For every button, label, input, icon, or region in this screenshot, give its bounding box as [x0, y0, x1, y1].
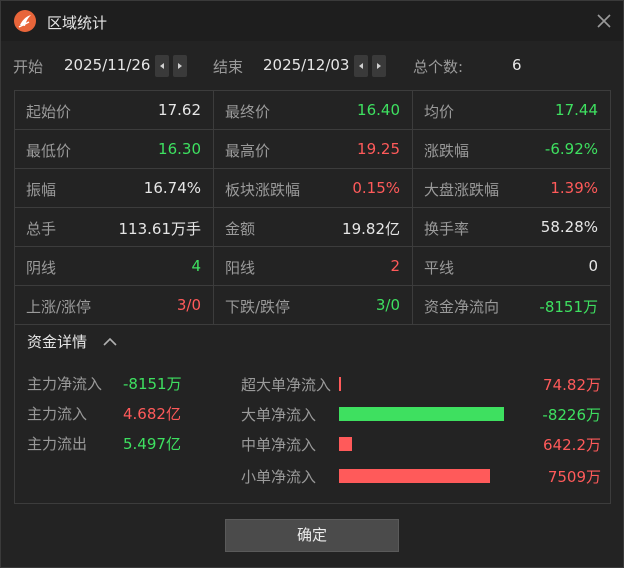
fund-flow-bar	[339, 469, 490, 483]
stat-label: 阳线	[225, 259, 256, 277]
count-value: 6	[512, 56, 522, 74]
fund-flow-value: 642.2万	[543, 436, 601, 454]
start-next-button[interactable]	[173, 55, 187, 77]
stat-value: 3/0	[375, 296, 400, 314]
start-label: 开始	[13, 58, 44, 76]
stat-cell: 最高价 19.25	[214, 130, 413, 169]
stat-value: 2	[390, 257, 400, 275]
fund-summary-label: 主力流出	[27, 435, 88, 453]
stat-value: 4	[191, 257, 201, 275]
stat-cell: 资金净流向 -8151万	[413, 286, 610, 325]
stat-value: 16.40	[357, 101, 400, 119]
stat-value: 16.30	[158, 140, 201, 158]
stat-label: 涨跌幅	[424, 142, 470, 160]
stat-cell: 平线 0	[413, 247, 610, 286]
stat-value: 113.61万手	[118, 220, 202, 238]
fund-flow-label: 中单净流入	[241, 436, 317, 454]
stat-value: 3/0	[176, 296, 201, 314]
stat-label: 总手	[26, 220, 57, 238]
app-logo-icon	[14, 10, 36, 32]
date-range-row: 开始 2025/11/26 结束 2025/12/03 总个数: 6	[1, 53, 623, 79]
fund-summary-value: 4.682亿	[123, 405, 181, 423]
stat-label: 起始价	[26, 103, 72, 121]
close-icon[interactable]	[593, 10, 615, 32]
stat-cell: 涨跌幅 -6.92%	[413, 130, 610, 169]
end-next-button[interactable]	[372, 55, 386, 77]
stat-label: 最低价	[26, 142, 72, 160]
stat-value: 0	[588, 257, 598, 275]
stat-label: 大盘涨跌幅	[424, 181, 500, 199]
chevron-up-icon[interactable]	[103, 337, 117, 347]
end-label: 结束	[213, 58, 244, 76]
fund-summary-label: 主力净流入	[27, 375, 103, 393]
fund-summary-label: 主力流入	[27, 405, 88, 423]
start-prev-button[interactable]	[155, 55, 169, 77]
stat-label: 最高价	[225, 142, 271, 160]
stat-label: 金额	[225, 220, 256, 238]
stat-value: 58.28%	[540, 218, 598, 236]
stat-cell: 金额 19.82亿	[214, 208, 413, 247]
stat-cell: 最低价 16.30	[15, 130, 214, 169]
fund-flow-row: 大单净流入 -8226万	[241, 404, 601, 424]
fund-summary-value: 5.497亿	[123, 435, 181, 453]
stat-value: 17.62	[158, 101, 201, 119]
fund-flow-row: 中单净流入 642.2万	[241, 434, 601, 454]
fund-flow-label: 超大单净流入	[241, 376, 332, 394]
stat-value: 19.82亿	[342, 220, 400, 238]
stat-label: 最终价	[225, 103, 271, 121]
stat-cell: 下跌/跌停 3/0	[214, 286, 413, 325]
fund-flow-bar	[339, 407, 504, 421]
stat-label: 阴线	[26, 259, 57, 277]
stat-label: 振幅	[26, 181, 57, 199]
stat-value: 16.74%	[143, 179, 201, 197]
stat-value: 0.15%	[352, 179, 400, 197]
fund-flow-bar	[339, 437, 352, 451]
fund-flow-row: 小单净流入 7509万	[241, 466, 601, 486]
stat-cell: 最终价 16.40	[214, 91, 413, 130]
fund-flow-label: 小单净流入	[241, 468, 317, 486]
stat-value: 19.25	[357, 140, 400, 158]
stat-cell: 大盘涨跌幅 1.39%	[413, 169, 610, 208]
stat-cell: 起始价 17.62	[15, 91, 214, 130]
stat-value: -6.92%	[544, 140, 598, 158]
fund-flow-value: -8226万	[542, 406, 601, 424]
stat-cell: 振幅 16.74%	[15, 169, 214, 208]
fund-flow-value: 74.82万	[543, 376, 601, 394]
stat-cell: 上涨/涨停 3/0	[15, 286, 214, 325]
end-prev-button[interactable]	[354, 55, 368, 77]
count-label: 总个数:	[413, 58, 464, 76]
title-bar: 区域统计	[1, 1, 623, 41]
stat-label: 平线	[424, 259, 455, 277]
stat-label: 下跌/跌停	[225, 298, 291, 316]
stat-value: 17.44	[555, 101, 598, 119]
stat-cell: 换手率 58.28%	[413, 208, 610, 247]
stat-cell: 阴线 4	[15, 247, 214, 286]
fund-flow-value: 7509万	[547, 468, 601, 486]
stat-cell: 均价 17.44	[413, 91, 610, 130]
stat-cell: 总手 113.61万手	[15, 208, 214, 247]
fund-flow-label: 大单净流入	[241, 406, 317, 424]
ok-button[interactable]: 确定	[225, 519, 399, 552]
fund-flow-bar	[339, 377, 341, 391]
stat-label: 上涨/涨停	[26, 298, 92, 316]
end-date[interactable]: 2025/12/03	[263, 56, 349, 74]
stat-label: 换手率	[424, 220, 470, 238]
fund-details-heading[interactable]: 资金详情	[27, 331, 87, 352]
window-title: 区域统计	[47, 14, 108, 32]
start-date[interactable]: 2025/11/26	[64, 56, 150, 74]
stat-cell: 板块涨跌幅 0.15%	[214, 169, 413, 208]
fund-summary-value: -8151万	[123, 375, 182, 393]
stat-cell: 阳线 2	[214, 247, 413, 286]
stat-label: 资金净流向	[424, 298, 500, 316]
stat-value: -8151万	[539, 298, 598, 316]
fund-flow-row: 超大单净流入 74.82万	[241, 374, 601, 394]
stat-value: 1.39%	[550, 179, 598, 197]
stat-label: 板块涨跌幅	[225, 181, 301, 199]
region-stats-dialog: 区域统计 开始 2025/11/26 结束 2025/12/03 总个数: 6 …	[0, 0, 624, 568]
stat-label: 均价	[424, 103, 455, 121]
stats-panel: 起始价 17.62 最终价 16.40 均价 17.44 最低价 16.30 最高价 19.25 涨…	[14, 90, 611, 504]
